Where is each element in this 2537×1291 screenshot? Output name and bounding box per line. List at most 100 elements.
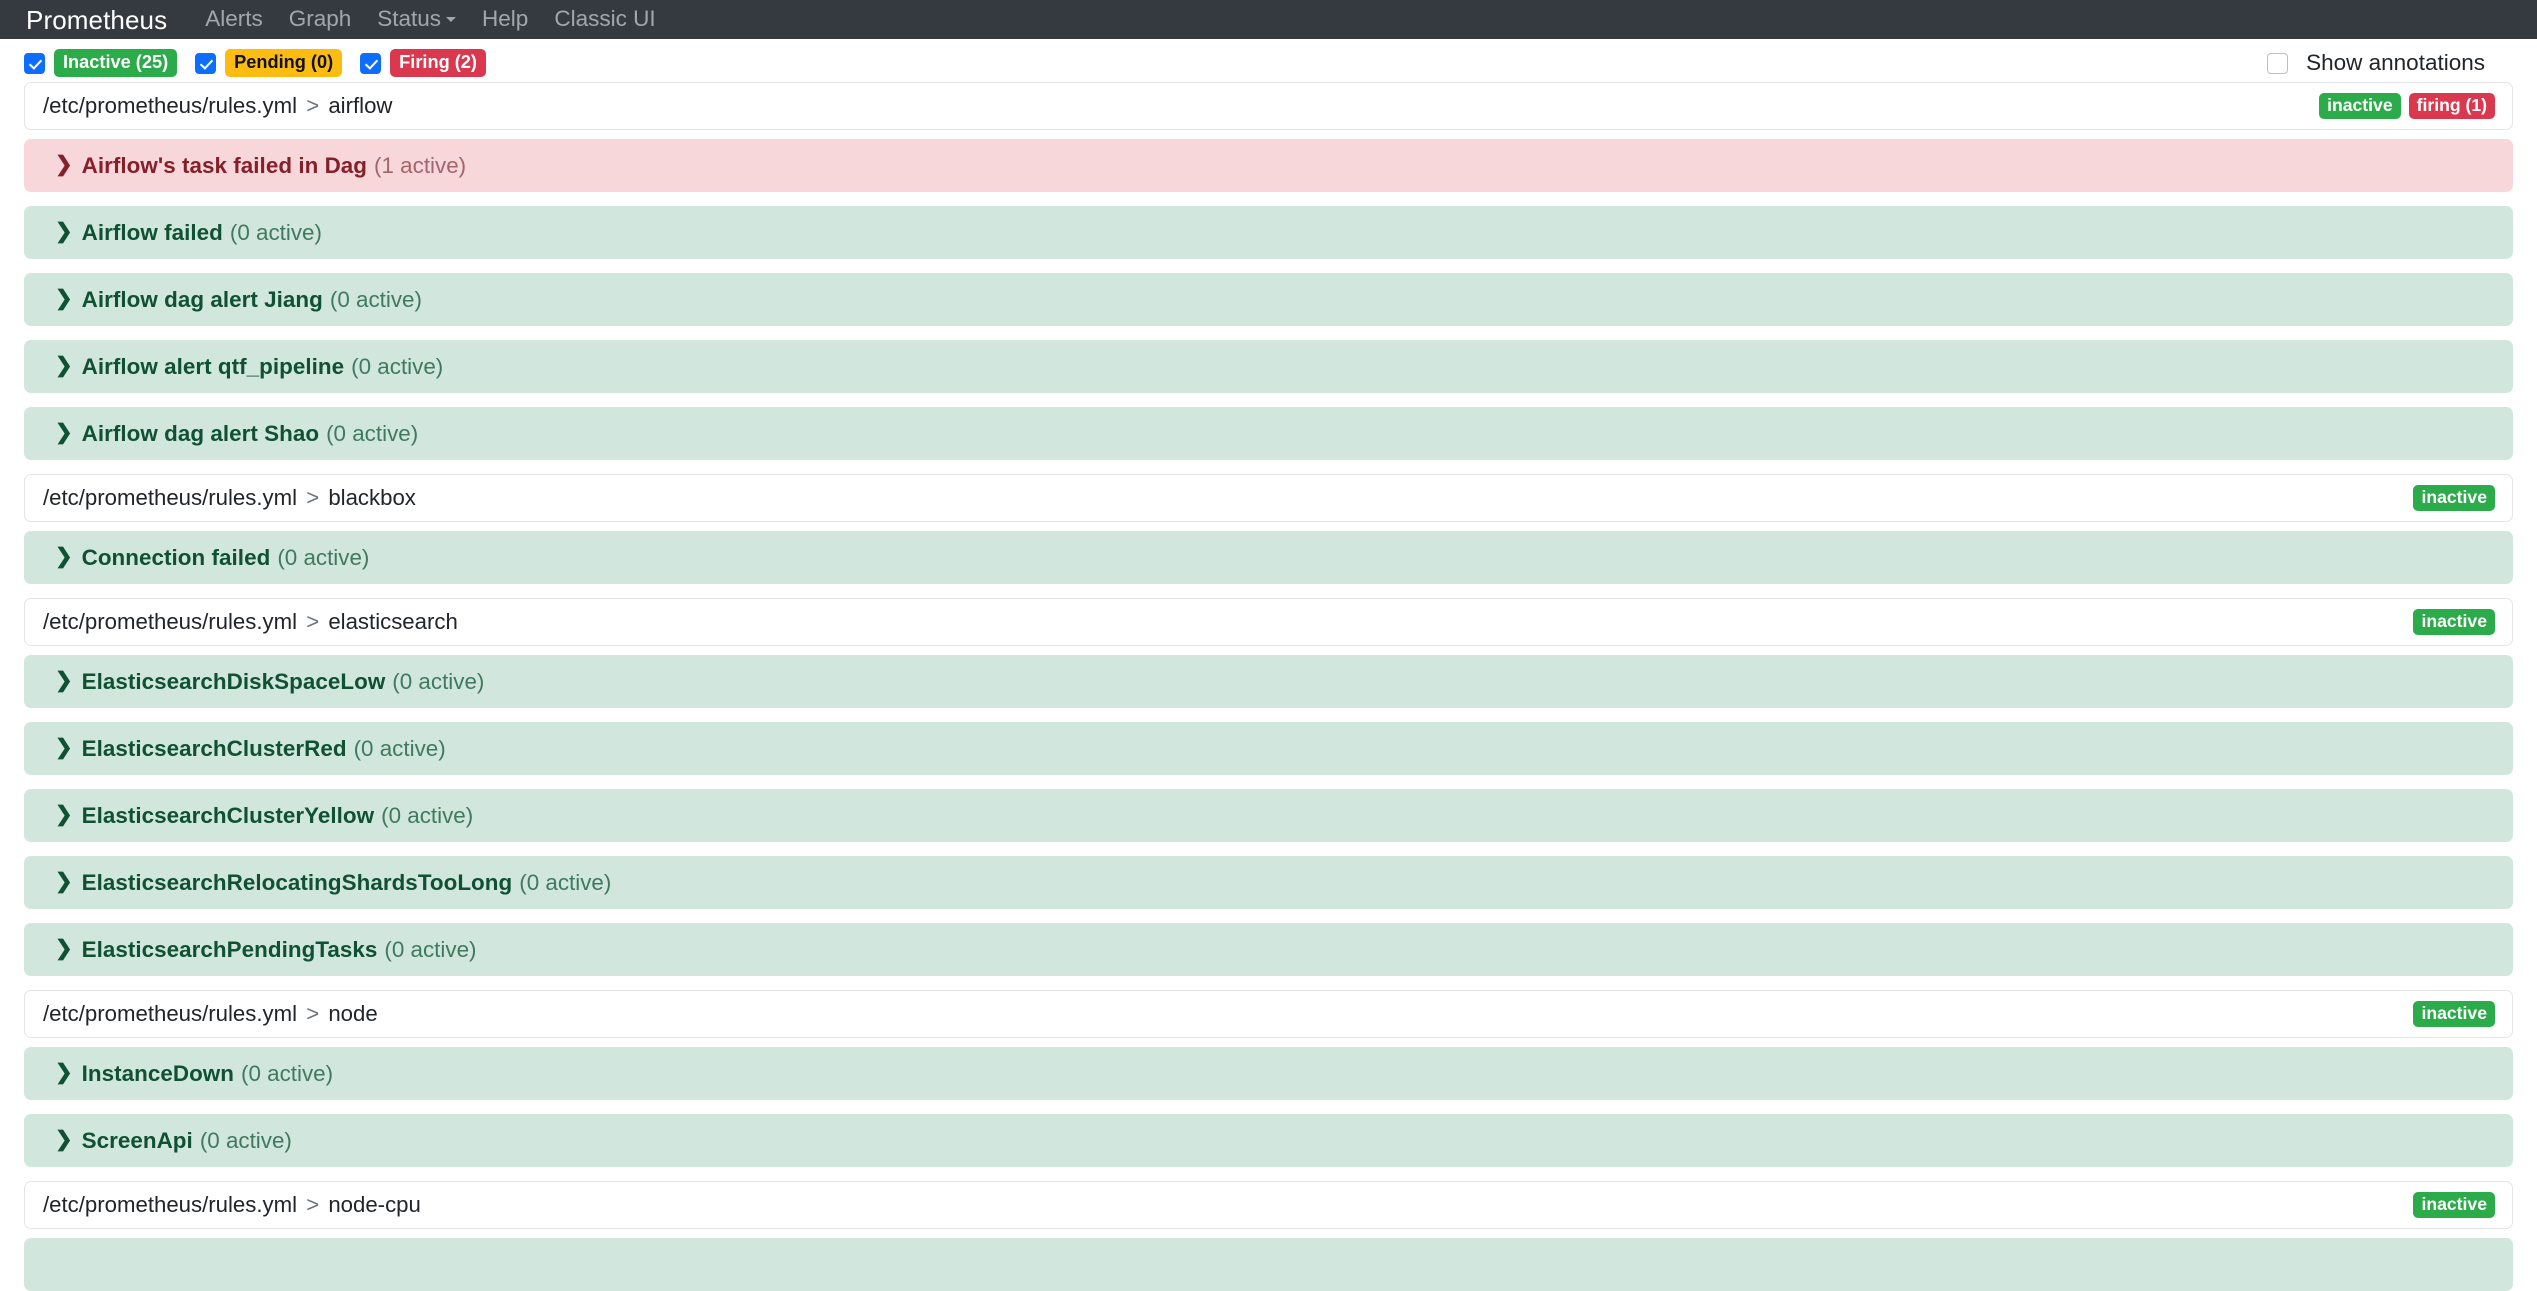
filter-inactive-badge[interactable]: Inactive (25) [54,48,178,78]
rules-file-path: /etc/prometheus/rules.yml [43,1192,298,1217]
alert-group-name: node [328,1001,378,1026]
alert-rule-row[interactable]: ❯ ElasticsearchRelocatingShardsTooLong (0 … [24,856,2513,909]
alert-rule-row[interactable]: ❯ Connection failed (0 active) [24,531,2513,584]
alert-rule-active-count: (0 active) [329,286,422,312]
nav-link-classic-ui[interactable]: Classic UI [554,8,655,31]
filter-inactive-checkbox[interactable] [24,52,45,74]
nav-link-alerts[interactable]: Alerts [205,8,263,31]
alert-group-name: elasticsearch [328,609,458,634]
alert-group-header[interactable]: /etc/prometheus/rules.yml > node inactive [24,990,2513,1038]
show-annotations-checkbox[interactable] [2267,52,2289,74]
path-separator: > [300,1192,326,1217]
status-badge: inactive [2413,484,2495,512]
alert-rule-active-count: (1 active) [374,152,467,178]
alert-rule-active-count: (0 active) [241,1060,334,1086]
chevron-right-icon: ❯ [55,803,73,826]
alert-group-status-badges: inactive [2413,1191,2495,1219]
alert-rule-row[interactable]: ❯ ElasticsearchClusterYellow (0 active) [24,789,2513,842]
chevron-right-icon: ❯ [55,870,73,893]
alert-rule-active-count: (0 active) [353,735,446,761]
alert-rule-name: Airflow's task failed in Dag [81,152,368,178]
chevron-right-icon: ❯ [55,354,73,377]
alert-rule-active-count: (0 active) [229,219,322,245]
rules-file-path: /etc/prometheus/rules.yml [43,609,298,634]
filter-inactive[interactable]: Inactive (25) [24,48,178,78]
alert-rule-active-count: (0 active) [351,353,444,379]
alert-rule-row[interactable]: ❯ Airflow failed (0 active) [24,206,2513,259]
alert-group-header[interactable]: /etc/prometheus/rules.yml > airflow inact… [24,82,2513,130]
alert-rule-name: Airflow dag alert Shao [81,420,320,446]
alert-group-path: /etc/prometheus/rules.yml > airflow [43,93,392,119]
alert-group-path: /etc/prometheus/rules.yml > node [43,1001,378,1027]
alert-rule-name: ElasticsearchDiskSpaceLow [81,668,386,694]
status-badge: inactive [2413,1000,2495,1028]
path-separator: > [300,485,326,510]
status-badge: firing (1) [2408,92,2495,120]
path-separator: > [300,609,326,634]
chevron-right-icon: ❯ [55,1061,73,1084]
chevron-right-icon: ❯ [55,669,73,692]
status-badge: inactive [2413,1191,2495,1219]
alert-rule-row[interactable]: ❯ Airflow dag alert Jiang (0 active) [24,273,2513,326]
rules-file-path: /etc/prometheus/rules.yml [43,1001,298,1026]
filter-pending[interactable]: Pending (0) [195,48,343,78]
alert-group-header[interactable]: /etc/prometheus/rules.yml > blackbox inac… [24,474,2513,522]
alert-group-name: blackbox [328,485,416,510]
show-annotations-control[interactable]: Show annotations [2267,50,2513,76]
filter-firing-checkbox[interactable] [360,52,382,74]
alert-group: /etc/prometheus/rules.yml > node inactive… [24,990,2513,1167]
alert-rule-active-count: (0 active) [392,668,485,694]
nav-link-status[interactable]: Status [377,6,457,32]
path-separator: > [300,93,326,118]
nav-link-status-label: Status [377,6,442,32]
rules-file-path: /etc/prometheus/rules.yml [43,93,298,118]
alert-rule-name: ScreenApi [81,1127,193,1153]
nav-link-graph[interactable]: Graph [289,8,352,31]
alert-rule-name: ElasticsearchRelocatingShardsTooLong [81,869,513,895]
chevron-right-icon: ❯ [55,937,73,960]
alert-group-path: /etc/prometheus/rules.yml > elasticsearc… [43,609,458,635]
alert-group-header[interactable]: /etc/prometheus/rules.yml > node-cpu inac… [24,1181,2513,1229]
status-badge: inactive [2413,608,2495,636]
chevron-right-icon: ❯ [55,220,73,243]
alert-group-header[interactable]: /etc/prometheus/rules.yml > elasticsearc… [24,598,2513,646]
alert-group-path: /etc/prometheus/rules.yml > node-cpu [43,1192,421,1218]
nav-link-help[interactable]: Help [482,8,528,31]
filter-firing[interactable]: Firing (2) [360,48,486,78]
alert-rule-row[interactable]: ❯ ElasticsearchClusterRed (0 active) [24,722,2513,775]
alert-rule-name: ElasticsearchClusterYellow [81,802,375,828]
alert-state-filter-bar: Inactive (25) Pending (0) Firing (2) Sho… [0,39,2537,82]
filter-pending-checkbox[interactable] [195,52,217,74]
alert-rule-name: Airflow dag alert Jiang [81,286,323,312]
chevron-right-icon: ❯ [55,545,73,568]
alert-group-path: /etc/prometheus/rules.yml > blackbox [43,485,416,511]
alert-rule-row[interactable]: ❯ Airflow's task failed in Dag (1 active) [24,139,2513,192]
alert-rule-row[interactable]: ❯ ScreenApi (0 active) [24,1114,2513,1167]
alert-rule-active-count: (0 active) [381,802,474,828]
alert-group: /etc/prometheus/rules.yml > elasticsearc… [24,598,2513,976]
rules-file-path: /etc/prometheus/rules.yml [43,485,298,510]
alert-rule-name: ElasticsearchClusterRed [81,735,347,761]
alert-rule-row[interactable]: ❯ Airflow alert qtf_pipeline (0 active) [24,340,2513,393]
alert-group-status-badges: inactive [2413,1000,2495,1028]
alert-group: /etc/prometheus/rules.yml > airflow inact… [24,82,2513,460]
top-navbar: Prometheus Alerts Graph Status Help Clas… [0,0,2537,39]
filter-firing-badge[interactable]: Firing (2) [390,48,486,78]
chevron-right-icon: ❯ [55,1128,73,1151]
show-annotations-label[interactable]: Show annotations [2306,50,2485,76]
alert-rule-active-count: (0 active) [384,936,477,962]
filter-pending-badge[interactable]: Pending (0) [225,48,343,78]
chevron-right-icon: ❯ [55,153,73,176]
alert-rule-row[interactable]: ❯ ElasticsearchDiskSpaceLow (0 active) [24,655,2513,708]
alert-rule-name: Airflow failed [81,219,223,245]
alert-rule-name: Airflow alert qtf_pipeline [81,353,345,379]
alert-rule-row[interactable]: ❯ ElasticsearchPendingTasks (0 active) [24,923,2513,976]
alert-group-status-badges: inactive [2413,608,2495,636]
brand-prometheus[interactable]: Prometheus [26,7,167,33]
alert-rule-row[interactable] [24,1238,2513,1291]
alert-rule-name: Connection failed [81,544,271,570]
alert-rule-row[interactable]: ❯ Airflow dag alert Shao (0 active) [24,407,2513,460]
alert-rule-row[interactable]: ❯ InstanceDown (0 active) [24,1047,2513,1100]
caret-down-icon [446,16,457,22]
alert-rule-active-count: (0 active) [519,869,612,895]
